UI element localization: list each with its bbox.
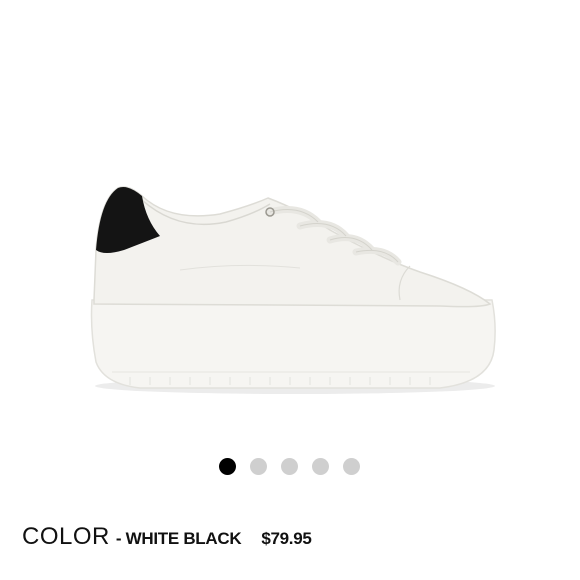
- color-value: - WHITE BLACK: [115, 529, 242, 548]
- carousel-dot[interactable]: [281, 457, 298, 475]
- carousel-dot[interactable]: [343, 457, 360, 475]
- carousel-dot[interactable]: [219, 457, 236, 475]
- image-carousel-dots: [219, 456, 360, 476]
- price: $79.95: [261, 529, 312, 548]
- color-label: COLOR: [22, 523, 110, 550]
- carousel-dot[interactable]: [250, 457, 267, 475]
- product-image[interactable]: [0, 0, 580, 440]
- product-info: COLOR - WHITE BLACK $79.95: [22, 523, 312, 551]
- sneaker-image: [90, 186, 496, 394]
- carousel-dot[interactable]: [312, 457, 329, 475]
